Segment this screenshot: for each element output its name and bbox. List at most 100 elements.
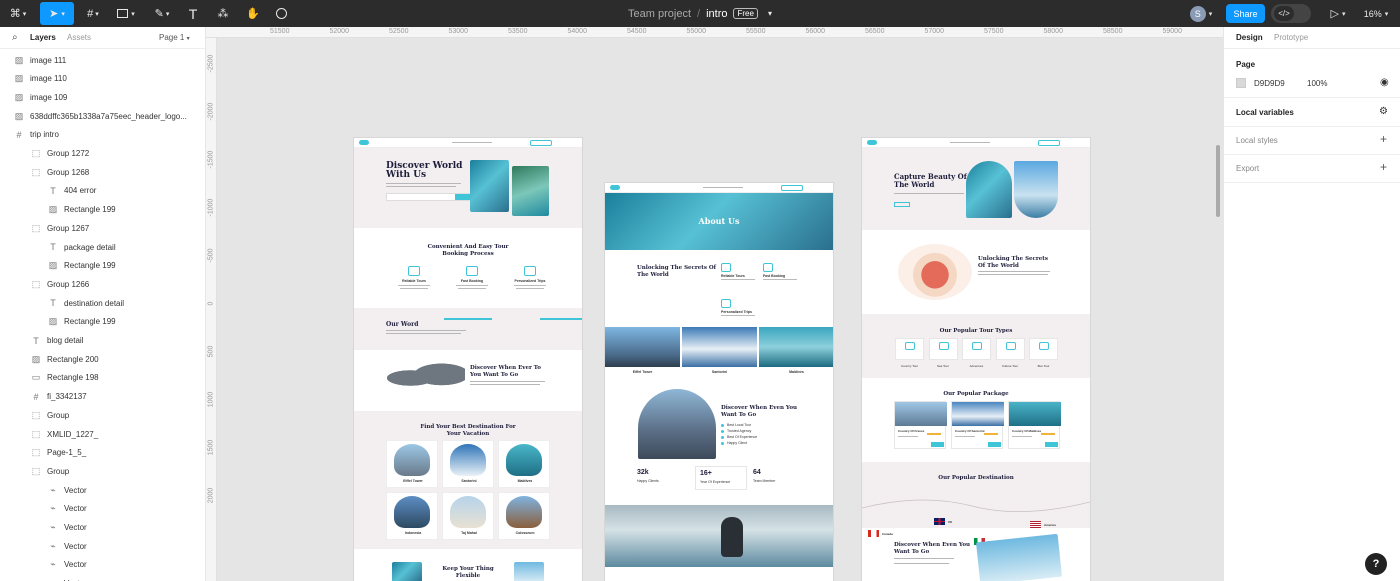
- page-color-hex[interactable]: D9D9D9: [1254, 79, 1285, 88]
- layer-row[interactable]: ▨ Rectangle 199: [0, 257, 205, 275]
- tour-type-card[interactable]: [928, 338, 958, 360]
- package-card[interactable]: Country Of Santorini: [951, 401, 1004, 449]
- hero-search-button[interactable]: [455, 194, 471, 200]
- file-menu-chevron-icon[interactable]: ▾: [768, 9, 772, 18]
- pen-tool-button[interactable]: ✎ ▾: [148, 0, 176, 27]
- layer-row[interactable]: ⌁Vector: [0, 556, 205, 574]
- tour-type-card[interactable]: [962, 338, 991, 360]
- layer-row[interactable]: ▨ 638ddffc365b1338a7a75eec_header_logo...: [0, 107, 205, 125]
- tab-design[interactable]: Design: [1236, 33, 1263, 42]
- layer-row[interactable]: ⌁Vector: [0, 481, 205, 499]
- layer-row[interactable]: ⌁Vector: [0, 500, 205, 518]
- add-export-icon[interactable]: +: [1380, 160, 1387, 174]
- local-variables-section[interactable]: Local variables ⚙: [1224, 98, 1400, 127]
- tab-assets[interactable]: Assets: [67, 33, 91, 42]
- share-button[interactable]: Share: [1226, 4, 1265, 23]
- destination-card[interactable]: Indonesia: [386, 492, 438, 540]
- help-button[interactable]: ?: [1365, 553, 1387, 575]
- hero-cta-button[interactable]: [894, 202, 910, 207]
- layer-row[interactable]: ▨ Rectangle 200: [0, 350, 205, 368]
- file-name[interactable]: intro: [706, 8, 727, 20]
- layer-row[interactable]: Tdestination detail: [0, 294, 205, 312]
- tour-type-card[interactable]: [895, 338, 924, 360]
- booking-feature-text: [400, 288, 428, 289]
- tab-layers[interactable]: Layers: [30, 33, 56, 42]
- local-styles-section[interactable]: Local styles +: [1224, 127, 1400, 155]
- layer-row[interactable]: ⬚ Group: [0, 406, 205, 424]
- page-frame-home[interactable]: Discover World With Us Convenient And Ea…: [354, 138, 582, 581]
- export-section[interactable]: Export +: [1224, 155, 1400, 183]
- package-card[interactable]: Country Of Maldives: [1008, 401, 1061, 449]
- nav-cta-button[interactable]: [781, 185, 803, 191]
- tour-type-label: Country Tour: [900, 364, 919, 368]
- layer-row[interactable]: # fi_3342137: [0, 388, 205, 406]
- package-book-button[interactable]: [931, 442, 944, 447]
- package-book-button[interactable]: [988, 442, 1001, 447]
- text-tool-button[interactable]: T: [182, 0, 204, 27]
- multiplayer-avatar-button[interactable]: S ▾: [1185, 0, 1217, 27]
- hero-image-1: [470, 160, 509, 212]
- resources-button[interactable]: ⁂: [212, 0, 234, 27]
- frame-icon: #: [33, 391, 39, 402]
- destination-card[interactable]: Taj Mahal: [442, 492, 494, 540]
- layer-row[interactable]: ⬚ Group 1266: [0, 275, 205, 293]
- layer-row[interactable]: ⌁Vector: [0, 575, 205, 581]
- hand-tool-button[interactable]: ✋: [242, 0, 264, 27]
- image-icon: ▨: [14, 91, 24, 102]
- layer-row[interactable]: ⬚ Group 1268: [0, 163, 205, 181]
- tour-type-card[interactable]: [1029, 338, 1058, 360]
- main-menu-button[interactable]: ⌘ ▾: [4, 0, 32, 27]
- layer-row[interactable]: ▨ image 109: [0, 88, 205, 106]
- dev-mode-toggle[interactable]: </>: [1271, 4, 1311, 23]
- variables-icon[interactable]: ⚙: [1379, 106, 1388, 117]
- layer-row[interactable]: ▨ image 111: [0, 51, 205, 69]
- visibility-eye-icon[interactable]: ◉: [1380, 77, 1389, 88]
- page-frame-landing[interactable]: Capture Beauty Of The World Unlocking Th…: [862, 138, 1090, 581]
- destination-card[interactable]: Maldives: [498, 440, 550, 488]
- booking-feature-text: [398, 285, 430, 286]
- page-opacity[interactable]: 100%: [1307, 79, 1327, 88]
- nav-cta-button[interactable]: [1038, 140, 1060, 146]
- canvas-scrollbar[interactable]: [1216, 145, 1220, 217]
- layer-row[interactable]: # trip intro: [0, 126, 205, 144]
- canvas[interactable]: 51500 52000 52500 53000 53500 54000 54500 55000…: [206, 27, 1223, 581]
- move-tool-button[interactable]: ➤ ▾: [40, 2, 74, 25]
- layer-row[interactable]: ▭ Rectangle 198: [0, 369, 205, 387]
- layer-row[interactable]: Tblog detail: [0, 332, 205, 350]
- tour-type-card[interactable]: [995, 338, 1025, 360]
- package-card[interactable]: Country Of France: [894, 401, 947, 449]
- layer-row[interactable]: ▨ Rectangle 199: [0, 201, 205, 219]
- tab-prototype[interactable]: Prototype: [1274, 33, 1308, 42]
- layer-row[interactable]: T 404 error: [0, 182, 205, 200]
- layer-row[interactable]: ⬚ Group: [0, 462, 205, 480]
- destination-card[interactable]: Eiffel Tower: [386, 440, 438, 488]
- layer-row[interactable]: ⬚ Page-1_5_: [0, 444, 205, 462]
- page-color-swatch[interactable]: [1236, 78, 1246, 88]
- comment-icon: [275, 8, 287, 19]
- package-book-button[interactable]: [1045, 442, 1058, 447]
- layer-row[interactable]: ⬚ XMLID_1227_: [0, 425, 205, 443]
- layer-row[interactable]: ⌁Vector: [0, 519, 205, 537]
- destination-card[interactable]: Colosseum: [498, 492, 550, 540]
- layer-row[interactable]: Tpackage detail: [0, 238, 205, 256]
- comment-tool-button[interactable]: [270, 0, 292, 27]
- search-icon[interactable]: ⌕: [12, 32, 18, 43]
- layer-row[interactable]: ▨ image 110: [0, 70, 205, 88]
- page-selector[interactable]: Page 1 ▾: [159, 33, 190, 42]
- page-frame-about[interactable]: About Us Unlocking The Secrets Of The Wo…: [605, 183, 833, 581]
- project-name[interactable]: Team project: [628, 8, 691, 20]
- feature-icon: [721, 299, 731, 308]
- booking-feature-label: Reliable Tours: [402, 279, 426, 283]
- zoom-dropdown[interactable]: 16% ▾: [1356, 0, 1396, 27]
- present-button[interactable]: ▷ ▾: [1324, 0, 1352, 27]
- layer-row[interactable]: ⬚ Group 1272: [0, 145, 205, 163]
- layer-row[interactable]: ⬚ Group 1267: [0, 219, 205, 237]
- ruler-tick-label: 56500: [865, 28, 885, 35]
- nav-cta-button[interactable]: [530, 140, 552, 146]
- add-style-icon[interactable]: +: [1380, 132, 1387, 146]
- shape-tool-button[interactable]: ▾: [112, 0, 140, 27]
- destination-card[interactable]: Santorini: [442, 440, 494, 488]
- layer-row[interactable]: ⌁Vector: [0, 537, 205, 555]
- layer-row[interactable]: ▨ Rectangle 199: [0, 313, 205, 331]
- frame-tool-button[interactable]: # ▾: [80, 0, 106, 27]
